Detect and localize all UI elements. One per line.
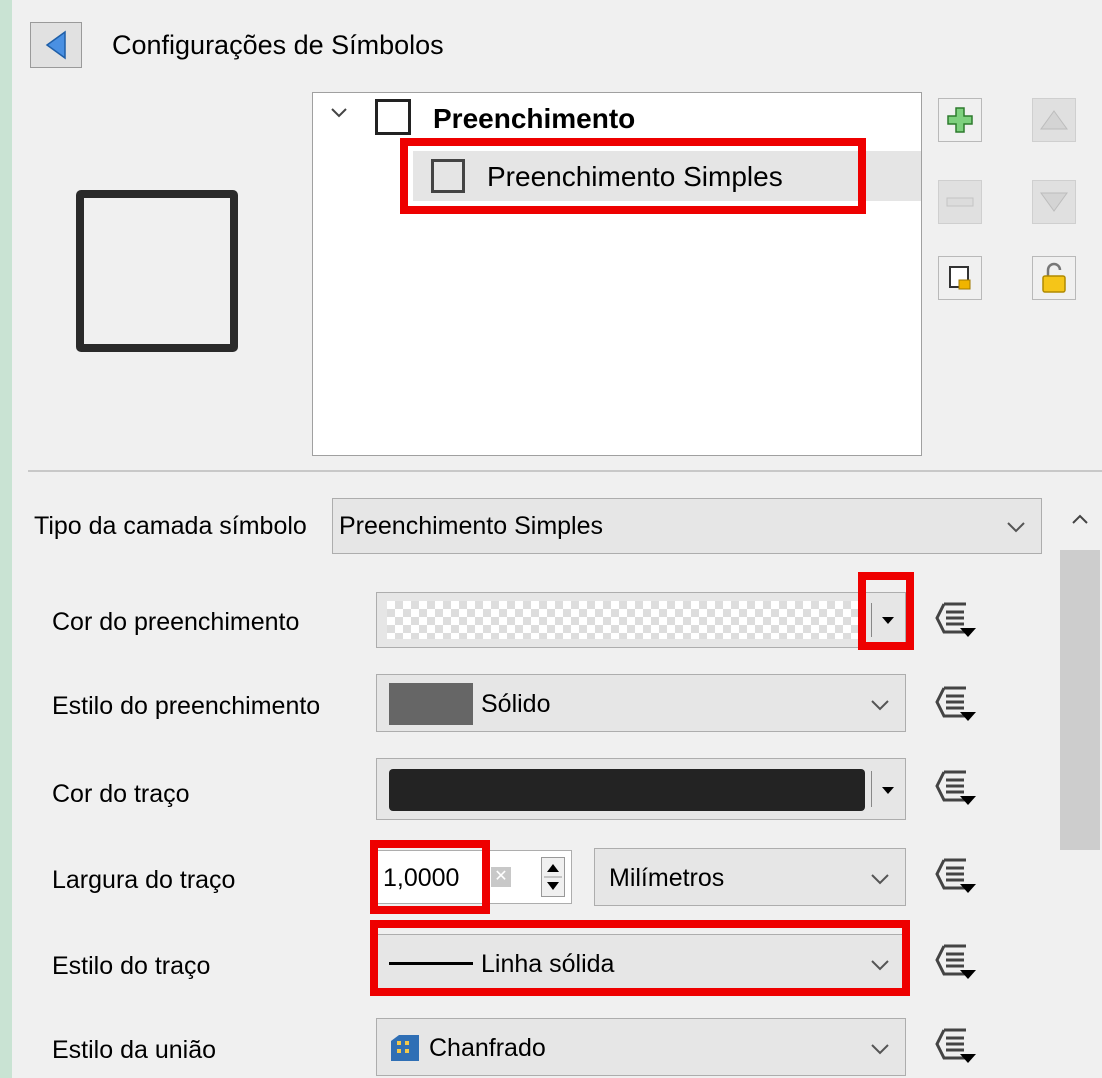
layer-type-label: Tipo da camada símbolo [34,512,307,540]
highlight-stroke-width [370,840,490,914]
join-style-value: Chanfrado [429,1034,546,1062]
join-style-label: Estilo da união [52,1036,217,1064]
clear-icon[interactable]: ✕ [491,867,511,887]
tree-item-fill[interactable]: Preenchimento [433,103,635,135]
highlight-tree-item [400,138,866,214]
stroke-style-label: Estilo do traço [52,952,211,980]
solid-fill-swatch [389,683,473,725]
layer-type-select[interactable]: Preenchimento Simples [332,498,1042,554]
data-defined-override-icon[interactable] [934,768,978,808]
split-divider [871,771,872,807]
fill-style-value: Sólido [481,690,551,718]
data-defined-override-icon[interactable] [934,942,978,982]
join-style-select[interactable]: Chanfrado [376,1018,906,1076]
data-defined-override-icon[interactable] [934,600,978,640]
unlocked-padlock-icon [1042,262,1066,293]
chevron-down-icon [871,1044,889,1055]
fill-style-label: Estilo do preenchimento [52,692,321,720]
data-defined-override-icon[interactable] [934,684,978,724]
scrollbar-thumb[interactable] [1060,550,1100,850]
lock-layer-button[interactable] [1032,256,1076,300]
spin-arrows-icon [544,864,562,890]
panel-title: Configurações de Símbolos [112,30,444,60]
add-layer-button[interactable] [938,98,982,142]
fill-symbol-icon [375,99,411,135]
up-triangle-icon [1040,110,1068,130]
stroke-color-button[interactable] [376,758,906,820]
duplicate-layer-button[interactable] [938,256,982,300]
scroll-up-icon[interactable] [1070,512,1090,526]
chevron-down-icon [1007,522,1025,533]
transparent-color-swatch [387,601,865,639]
duplicate-icon [949,266,971,290]
chevron-down-icon [871,700,889,711]
highlight-stroke-style [370,920,910,996]
fill-color-button[interactable] [376,592,906,648]
section-divider [28,470,1102,472]
down-triangle-icon [1040,192,1068,212]
minus-icon [946,197,974,207]
highlight-fill-color-dropdown [858,572,914,650]
stroke-width-label: Largura do traço [52,866,236,894]
layer-type-value: Preenchimento Simples [339,512,604,540]
data-defined-override-icon[interactable] [934,1026,978,1066]
back-arrow-icon [45,30,66,60]
fill-color-label: Cor do preenchimento [52,608,300,636]
stroke-color-swatch [389,769,865,811]
stroke-color-label: Cor do traço [52,780,190,808]
spin-buttons[interactable] [541,857,565,897]
move-up-button[interactable] [1032,98,1076,142]
dropdown-arrow-icon [882,787,894,794]
fill-style-select[interactable]: Sólido [376,674,906,732]
symbol-settings-panel: Configurações de Símbolos Preenchimento … [12,0,1102,1078]
stroke-unit-select[interactable]: Milímetros [594,848,906,906]
back-button[interactable] [30,22,82,68]
bevel-join-icon [391,1035,419,1061]
plus-icon [947,107,973,133]
symbol-preview [76,190,238,352]
chevron-down-icon [871,874,889,885]
move-down-button[interactable] [1032,180,1076,224]
remove-layer-button[interactable] [938,180,982,224]
stroke-unit-value: Milímetros [609,864,725,892]
collapse-chevron-icon[interactable] [329,103,349,128]
data-defined-override-icon[interactable] [934,856,978,896]
